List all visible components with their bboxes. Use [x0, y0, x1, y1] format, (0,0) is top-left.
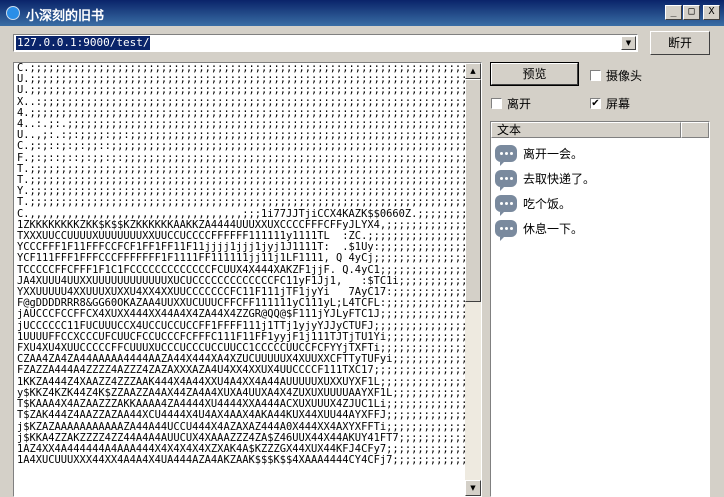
list-item-text: 去取快递了。 [523, 171, 596, 186]
vertical-scrollbar[interactable]: ▲ ▼ [465, 63, 481, 496]
list-item-text: 休息一下。 [523, 221, 584, 236]
leave-checkbox[interactable]: 离开 [491, 95, 531, 112]
list-item[interactable]: 去取快递了。 [495, 167, 596, 191]
url-combobox[interactable]: 127.0.0.1:9000/test/ ▼ [13, 34, 638, 52]
minimize-button[interactable]: _ [665, 5, 682, 20]
column-header-filler [681, 122, 709, 138]
screen-label: 屏幕 [606, 97, 631, 111]
scrollbar-thumb[interactable] [465, 79, 481, 302]
chat-bubble-icon [495, 169, 517, 191]
preview-button[interactable]: 预览 [490, 62, 579, 86]
scroll-down-icon[interactable]: ▼ [465, 480, 481, 496]
chat-bubble-icon [495, 144, 517, 166]
title-bar[interactable]: 小深刻的旧书 _ □ X [0, 0, 724, 26]
disconnect-button[interactable]: 断开 [650, 31, 710, 55]
list-item[interactable]: 休息一下。 [495, 217, 584, 241]
column-header-text[interactable]: 文本 [491, 122, 681, 138]
client-area: 127.0.0.1:9000/test/ ▼ 断开 C.;;;;;;;;;;;;… [0, 26, 724, 497]
chevron-down-icon[interactable]: ▼ [621, 36, 636, 50]
camera-checkbox[interactable]: 摄像头 [590, 67, 642, 84]
chat-bubble-icon [495, 219, 517, 241]
list-header: 文本 [491, 122, 709, 138]
scroll-up-icon[interactable]: ▲ [465, 63, 481, 79]
close-button[interactable]: X [703, 5, 720, 20]
camera-label: 摄像头 [606, 69, 643, 83]
chat-bubble-icon [495, 194, 517, 216]
list-item[interactable]: 吃个饭。 [495, 192, 572, 216]
ascii-text: C.;;;;;;;;;;;;;;;;;;;;;;;;;;;;;;;;;;;;;;… [17, 63, 465, 467]
camera-checkbox-box[interactable] [590, 70, 601, 81]
list-item-text: 吃个饭。 [523, 196, 572, 211]
url-input[interactable]: 127.0.0.1:9000/test/ [16, 36, 151, 50]
list-item[interactable]: 离开一会。 [495, 142, 584, 166]
leave-label: 离开 [507, 97, 532, 111]
maximize-button[interactable]: □ [683, 5, 700, 20]
message-list[interactable]: 文本 离开一会。去取快递了。 吃个饭。休息一下。 [490, 121, 710, 497]
screen-checkbox[interactable]: ✔ 屏幕 [590, 95, 630, 112]
screen-checkbox-box[interactable]: ✔ [590, 98, 601, 109]
ascii-screen-view: C.;;;;;;;;;;;;;;;;;;;;;;;;;;;;;;;;;;;;;;… [13, 62, 482, 497]
app-icon [6, 6, 20, 20]
leave-checkbox-box[interactable] [491, 98, 502, 109]
window-title: 小深刻的旧书 [26, 9, 105, 24]
list-item-text: 离开一会。 [523, 146, 584, 161]
